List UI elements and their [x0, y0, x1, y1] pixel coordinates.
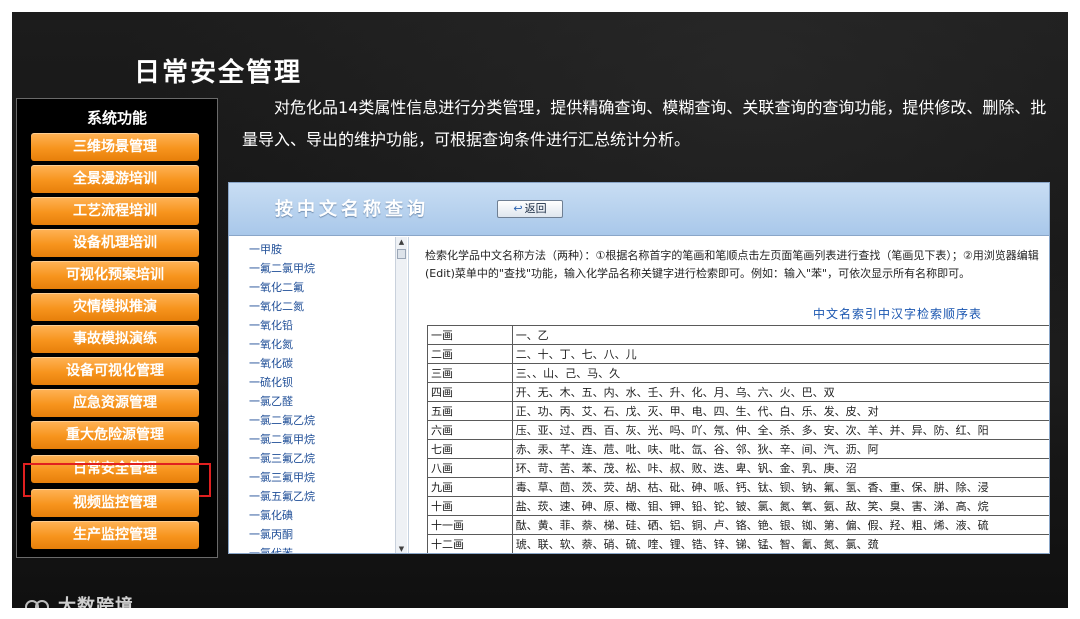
back-arrow-icon: ↩: [513, 202, 523, 215]
stroke-count-cell: 十三画: [428, 554, 513, 555]
stroke-index-table: 一画 一、乙 二画 二、十、丁、七、八、儿 三画 三、、山、己、马、久 四画 开、无、木、五、…: [427, 325, 1051, 555]
characters-cell: 一、乙: [511, 325, 1049, 345]
characters-cell: 蒽、碘、褐、雷、新、溴、福、煤: [512, 554, 1050, 555]
watermark-text: 大数跨境: [58, 596, 134, 608]
table-row: 十二画 琥、联、软、萘、硝、硫、喹、锂、锆、锌、锑、锰、智、氰、氮、氯、巯: [427, 534, 1049, 553]
stroke-count-cell: 二画: [427, 344, 513, 364]
table-row: 八画 环、苛、苦、苯、茂、松、咔、叔、败、迭、卑、钒、金、乳、庚、沼: [427, 458, 1049, 478]
stroke-count-cell: 十一画: [427, 515, 513, 535]
table-row: 四画 开、无、木、五、内、水、壬、升、化、月、乌、六、火、巴、双: [427, 382, 1049, 402]
content-area: 检索化学品中文名称方法（两种）：①根据名称首字的笔画和笔顺点击左页面笔画列表进行…: [415, 237, 1051, 555]
characters-cell: 赤、汞、芊、连、苊、吡、呋、吡、氙、谷、邻、狄、辛、间、汽、沥、阿: [511, 439, 1049, 459]
stroke-count-cell: 十二画: [427, 534, 513, 553]
table-row: 九画 毒、草、茴、茨、荧、胡、枯、砒、砷、哌、钙、钛、钡、钠、氟、氢、香、重、保、…: [427, 477, 1049, 497]
sidebar-item-equipment-mgmt[interactable]: 设备可视化管理: [31, 357, 199, 385]
chemical-link[interactable]: 一氯二氟甲烷: [249, 431, 315, 447]
sidebar-item-plan-training[interactable]: 可视化预案培训: [31, 261, 199, 289]
back-button-label: 返回: [524, 202, 547, 215]
sidebar-item-panorama[interactable]: 全景漫游培训: [31, 165, 199, 193]
characters-cell: 毒、草、茴、茨、荧、胡、枯、砒、砷、哌、钙、钛、钡、钠、氟、氢、香、重、保、肼、…: [511, 477, 1049, 497]
chemical-link[interactable]: 一氯丙酮: [249, 526, 293, 542]
sidebar-item-equipment-training[interactable]: 设备机理培训: [31, 229, 199, 257]
back-button[interactable]: ↩ 返回: [497, 200, 563, 218]
table-row: 十画 盐、莰、速、砷、原、橄、钼、钾、铅、铊、铍、氯、氮、氧、氨、敌、笑、臭、害、…: [427, 496, 1049, 516]
chemical-link[interactable]: 一氯五氟乙烷: [249, 488, 315, 504]
stroke-count-cell: 一画: [427, 325, 513, 345]
characters-cell: 环、苛、苦、苯、茂、松、咔、叔、败、迭、卑、钒、金、乳、庚、沼: [511, 458, 1049, 478]
characters-cell: 三、、山、己、马、久: [511, 363, 1049, 383]
sidebar: 系统功能 三维场景管理 全景漫游培训 工艺流程培训 设备机理培训 可视化预案培训…: [16, 98, 218, 558]
list-scrollbar[interactable]: ▲ ▼: [395, 237, 407, 553]
sidebar-item-hazard-source[interactable]: 重大危险源管理: [31, 421, 199, 449]
chemical-link[interactable]: 一硫化钡: [249, 374, 293, 390]
table-row: 十一画 酞、黄、菲、萘、梯、硅、硒、铝、铜、卢、铬、铯、银、铷、第、偏、假、羟、粗…: [427, 515, 1049, 535]
characters-cell: 盐、莰、速、砷、原、橄、钼、钾、铅、铊、铍、氯、氮、氧、氨、敌、笑、臭、害、涕、…: [511, 496, 1049, 516]
watermark-logo-icon: [25, 600, 49, 608]
stroke-count-cell: 九画: [427, 477, 513, 497]
chemical-link[interactable]: 一氧化二氮: [249, 298, 304, 314]
query-title: 按中文名称查询: [275, 199, 429, 220]
search-instructions: 检索化学品中文名称方法（两种）：①根据名称首字的笔画和笔顺点击左页面笔画列表进行…: [425, 249, 1039, 280]
characters-cell: 压、亚、过、西、百、灰、光、吗、吖、氖、仲、全、杀、多、安、次、羊、并、异、防、…: [511, 420, 1049, 440]
stroke-count-cell: 四画: [427, 382, 513, 402]
stroke-count-cell: 三画: [427, 363, 513, 383]
index-table-title: 中文名索引中汉字检索顺序表: [813, 307, 983, 321]
description-text: 对危化品14类属性信息进行分类管理，提供精确查询、模糊查询、关联查询的查询功能，…: [242, 98, 1047, 149]
table-row: 五画 正、功、丙、艾、石、戊、灭、甲、电、四、生、代、白、乐、发、皮、对: [427, 401, 1049, 421]
characters-cell: 开、无、木、五、内、水、壬、升、化、月、乌、六、火、巴、双: [511, 382, 1049, 402]
chemical-link[interactable]: 一氧化二氟: [249, 279, 304, 295]
chemical-link[interactable]: 一氯二氟乙烷: [249, 412, 315, 428]
sidebar-title: 系统功能: [86, 109, 147, 127]
sidebar-item-production-monitor[interactable]: 生产监控管理: [31, 521, 199, 549]
table-row: 七画 赤、汞、芊、连、苊、吡、呋、吡、氙、谷、邻、狄、辛、间、汽、沥、阿: [427, 439, 1049, 459]
table-row: 二画 二、十、丁、七、八、儿: [427, 344, 1049, 364]
query-header: 按中文名称查询 ↩ 返回: [229, 183, 1049, 236]
characters-cell: 正、功、丙、艾、石、戊、灭、甲、电、四、生、代、白、乐、发、皮、对: [511, 401, 1049, 421]
table-row: 一画 一、乙: [427, 325, 1049, 345]
stroke-count-cell: 六画: [427, 420, 513, 440]
stroke-count-cell: 十画: [427, 496, 513, 516]
sidebar-item-disaster-sim[interactable]: 灾情模拟推演: [31, 293, 199, 321]
page-title: 日常安全管理: [134, 58, 303, 88]
sidebar-item-3d-scene[interactable]: 三维场景管理: [31, 133, 199, 161]
screenshot-window: 按中文名称查询 ↩ 返回 一甲胺 一氟二氯甲烷 一氧化二氟 一氧化二氮 一氧化铅 …: [228, 182, 1050, 554]
chemical-link[interactable]: 一氯三氟甲烷: [249, 469, 315, 485]
chemical-link[interactable]: 一氯乙醛: [249, 393, 293, 409]
chemical-link[interactable]: 一氧化氮: [249, 336, 293, 352]
sidebar-item-video-monitor[interactable]: 视频监控管理: [31, 489, 199, 517]
stroke-count-cell: 八画: [427, 458, 513, 478]
stroke-count-cell: 五画: [427, 401, 513, 421]
chemical-link[interactable]: 一氯化碘: [249, 507, 293, 523]
chemical-link[interactable]: 一氯代苯: [249, 545, 293, 553]
stroke-count-cell: 七画: [427, 439, 513, 459]
table-row: 六画 压、亚、过、西、百、灰、光、吗、吖、氖、仲、全、杀、多、安、次、羊、并、异、…: [427, 420, 1049, 440]
chemical-link[interactable]: 一甲胺: [249, 241, 282, 257]
characters-cell: 二、十、丁、七、八、儿: [511, 344, 1049, 364]
scroll-down-icon[interactable]: ▼: [396, 544, 407, 553]
table-row: 十三画蒽、碘、褐、雷、新、溴、福、煤: [428, 554, 1051, 555]
chemical-link[interactable]: 一氧化铅: [249, 317, 293, 333]
chemical-link[interactable]: 一氯三氟乙烷: [249, 450, 315, 466]
characters-cell: 酞、黄、菲、萘、梯、硅、硒、铝、铜、卢、铬、铯、银、铷、第、偏、假、羟、粗、烯、…: [511, 515, 1049, 535]
sidebar-item-emergency-resources[interactable]: 应急资源管理: [31, 389, 199, 417]
chemical-link[interactable]: 一氧化碳: [249, 355, 293, 371]
slide-background: 日常安全管理 对危化品14类属性信息进行分类管理，提供精确查询、模糊查询、关联查…: [12, 12, 1068, 608]
sidebar-item-process[interactable]: 工艺流程培训: [31, 197, 199, 225]
scroll-thumb[interactable]: [397, 249, 406, 259]
table-row: 三画 三、、山、己、马、久: [427, 363, 1049, 383]
chemical-link[interactable]: 一氟二氯甲烷: [249, 260, 315, 276]
scroll-up-icon[interactable]: ▲: [396, 237, 407, 248]
chemical-list: 一甲胺 一氟二氯甲烷 一氧化二氟 一氧化二氮 一氧化铅 一氧化氮 一氧化碳 一硫…: [229, 237, 409, 553]
characters-cell: 琥、联、软、萘、硝、硫、喹、锂、锆、锌、锑、锰、智、氰、氮、氯、巯: [511, 534, 1049, 553]
sidebar-item-accident-drill[interactable]: 事故模拟演练: [31, 325, 199, 353]
